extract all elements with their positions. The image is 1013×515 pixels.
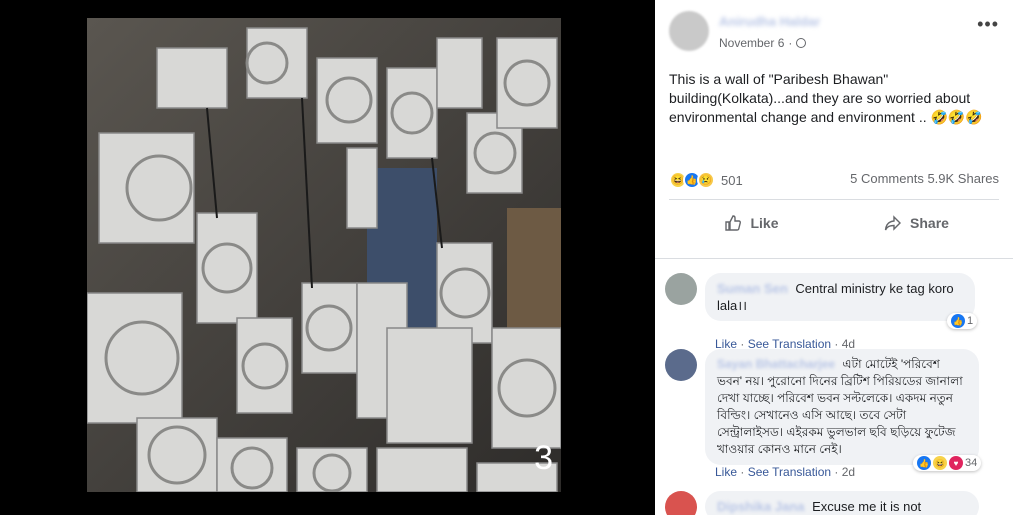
thumbs-up-icon (725, 215, 742, 231)
see-translation-link[interactable]: See Translation (748, 465, 831, 479)
divider (669, 199, 999, 200)
author-avatar[interactable] (669, 11, 709, 51)
share-button[interactable]: Share (834, 205, 999, 241)
haha-icon: 😆 (933, 456, 947, 470)
photo-pane: 3 (0, 0, 655, 515)
comments-section: Suman Sen Central ministry ke tag koro l… (655, 258, 1013, 515)
like-button[interactable]: Like (669, 205, 834, 241)
air-conditioner-wall-photo (87, 18, 561, 492)
author-name[interactable]: Anirudha Haldar (719, 14, 820, 29)
like-label: Like (750, 215, 779, 231)
post-header: Anirudha Haldar November 6 · ••• (655, 0, 1013, 60)
commenter-avatar[interactable] (665, 491, 697, 515)
post-actions: Like Share (669, 205, 999, 241)
comment-text: Excuse me it is not (812, 499, 922, 514)
share-arrow-icon (884, 215, 902, 231)
post-meta: November 6 · (719, 36, 807, 50)
reaction-count: 501 (721, 172, 743, 188)
love-icon: ♥ (949, 456, 963, 470)
post-caption: This is a wall of "Paribesh Bhawan" buil… (669, 71, 983, 125)
globe-icon (796, 38, 807, 48)
comment-text: এটা মোটেই 'পরিবেশ ভবন' নয়। পুরোনো দিনের… (717, 357, 963, 456)
commenter-name[interactable]: Sayan Bhattacharjee (717, 357, 835, 371)
comment-reactions[interactable]: 👍 1 (947, 313, 978, 329)
comment-age[interactable]: 2d (842, 465, 855, 479)
share-label: Share (910, 215, 949, 231)
commenter-name[interactable]: Suman Sen (717, 281, 788, 296)
like-icon: 👍 (917, 456, 931, 470)
comment-bubble: Sayan Bhattacharjee এটা মোটেই 'পরিবেশ ভব… (705, 349, 979, 465)
photo-index: 3 (534, 439, 553, 477)
commenter-avatar[interactable] (665, 273, 697, 305)
comment-meta: Like · See Translation · 2d (715, 465, 856, 479)
post-date[interactable]: November 6 (719, 36, 784, 50)
comment-bubble: Dipshika Jana Excuse me it is not (705, 491, 979, 515)
photo-viewer: 3 Anirudha Haldar November 6 · ••• This … (0, 0, 1013, 515)
stat-right: 5 Comments 5.9K Shares (850, 171, 999, 186)
comment-reaction-count: 1 (967, 315, 974, 327)
reaction-summary[interactable]: 😆 👍 😢 501 (669, 171, 743, 189)
comment-reaction-count: 34 (965, 457, 978, 469)
comment-reactions[interactable]: 👍 😆 ♥ 34 (913, 455, 982, 471)
post-photo[interactable]: 3 (87, 18, 561, 492)
comments-count[interactable]: 5 Comments (850, 171, 924, 186)
commenter-avatar[interactable] (665, 349, 697, 381)
comment-like-link[interactable]: Like (715, 465, 737, 479)
post-sidebar: Anirudha Haldar November 6 · ••• This is… (655, 0, 1013, 515)
post-stats: 😆 👍 😢 501 5 Comments 5.9K Shares (669, 171, 999, 191)
commenter-name[interactable]: Dipshika Jana (717, 499, 804, 514)
shares-count[interactable]: 5.9K Shares (927, 171, 999, 186)
more-icon[interactable]: ••• (977, 14, 999, 35)
comment-bubble: Suman Sen Central ministry ke tag koro l… (705, 273, 975, 321)
like-icon: 👍 (951, 314, 965, 328)
sad-icon: 😢 (697, 171, 715, 189)
